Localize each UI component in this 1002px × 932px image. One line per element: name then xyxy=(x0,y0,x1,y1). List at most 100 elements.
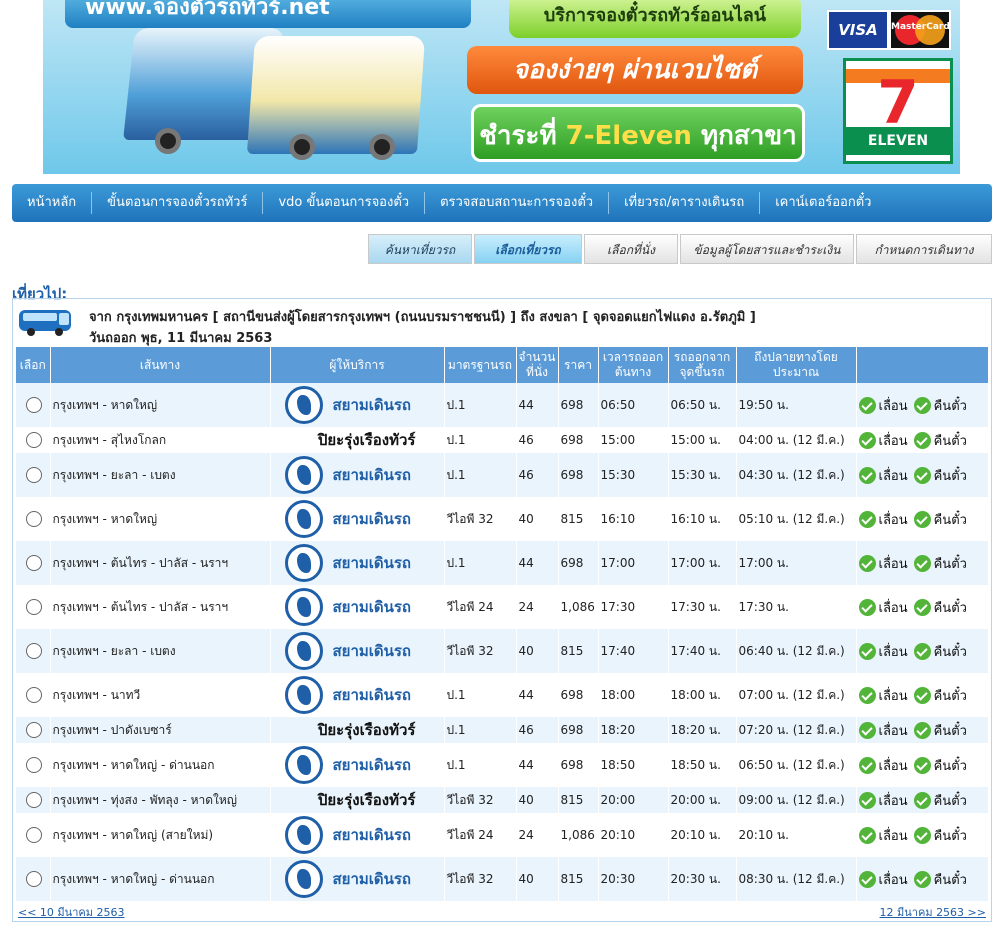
postpone-button[interactable]: เลื่อน xyxy=(858,430,908,451)
refund-button[interactable]: คืนตั๋ว xyxy=(913,465,967,486)
prev-day-link[interactable]: << 10 มีนาคม 2563 xyxy=(18,903,124,921)
table-row: กรุงเทพฯ - ทุ่งสง - พัทลุง - หาดใหญ่ ปิยะ… xyxy=(16,787,989,813)
seats-cell: 46 xyxy=(516,453,559,497)
refund-label: คืนตั๋ว xyxy=(933,758,967,774)
depart-cell: 17:30 xyxy=(598,585,669,629)
refund-button[interactable]: คืนตั๋ว xyxy=(913,395,967,416)
select-trip-radio[interactable] xyxy=(25,722,42,738)
route-cell: กรุงเทพฯ - หาดใหญ่ - ด่านนอก xyxy=(50,743,271,787)
select-cell[interactable] xyxy=(16,857,51,901)
actions-cell: เลื่อน คืนตั๋ว xyxy=(856,857,989,901)
refund-button[interactable]: คืนตั๋ว xyxy=(913,597,967,618)
check-icon xyxy=(858,826,876,844)
postpone-button[interactable]: เลื่อน xyxy=(858,509,908,530)
check-icon xyxy=(913,642,931,660)
arrive-cell: 17:30 น. xyxy=(736,585,857,629)
price-cell: 698 xyxy=(558,743,599,787)
nav-vdo-steps[interactable]: vdo ขั้นตอนการจองตั๋ว xyxy=(263,192,426,214)
operator-name: สยามเดินรถ xyxy=(332,396,412,414)
postpone-label: เลื่อน xyxy=(878,758,908,774)
refund-label: คืนตั๋ว xyxy=(933,872,967,888)
select-trip-radio[interactable] xyxy=(25,555,42,571)
postpone-button[interactable]: เลื่อน xyxy=(858,869,908,890)
postpone-button[interactable]: เลื่อน xyxy=(858,720,908,741)
check-icon xyxy=(913,791,931,809)
postpone-button[interactable]: เลื่อน xyxy=(858,553,908,574)
check-icon xyxy=(913,396,931,414)
select-cell[interactable] xyxy=(16,673,51,717)
select-cell[interactable] xyxy=(16,629,51,673)
select-cell[interactable] xyxy=(16,453,51,497)
select-cell[interactable] xyxy=(16,717,51,743)
banner-pay-7eleven: ชำระที่ 7-Eleven ทุกสาขา xyxy=(471,104,805,162)
select-trip-radio[interactable] xyxy=(25,397,42,413)
postpone-button[interactable]: เลื่อน xyxy=(858,790,908,811)
step-select-seat: เลือกที่นั่ง xyxy=(584,234,678,264)
depart-cell: 15:30 xyxy=(598,453,669,497)
table-row: กรุงเทพฯ - ต้นไทร - ปาลัส - นราฯ สยามเดิน… xyxy=(16,541,989,585)
check-icon xyxy=(913,431,931,449)
postpone-button[interactable]: เลื่อน xyxy=(858,755,908,776)
actions-cell: เลื่อน คืนตั๋ว xyxy=(856,717,989,743)
check-icon xyxy=(913,466,931,484)
select-trip-radio[interactable] xyxy=(25,643,42,659)
refund-button[interactable]: คืนตั๋ว xyxy=(913,641,967,662)
refund-label: คืนตั๋ว xyxy=(933,723,967,739)
7eleven-number: 7 xyxy=(877,68,919,138)
refund-button[interactable]: คืนตั๋ว xyxy=(913,720,967,741)
7eleven-logo: 7 ELEVEN xyxy=(843,58,953,164)
postpone-button[interactable]: เลื่อน xyxy=(858,597,908,618)
refund-button[interactable]: คืนตั๋ว xyxy=(913,685,967,706)
select-trip-radio[interactable] xyxy=(25,599,42,615)
select-trip-radio[interactable] xyxy=(25,827,42,843)
refund-button[interactable]: คืนตั๋ว xyxy=(913,755,967,776)
refund-button[interactable]: คืนตั๋ว xyxy=(913,869,967,890)
select-trip-radio[interactable] xyxy=(25,511,42,527)
select-cell[interactable] xyxy=(16,383,51,427)
select-trip-radio[interactable] xyxy=(25,792,42,808)
select-trip-radio[interactable] xyxy=(25,467,42,483)
select-cell[interactable] xyxy=(16,813,51,857)
siam-logo-icon xyxy=(284,386,323,424)
postpone-button[interactable]: เลื่อน xyxy=(858,641,908,662)
actions-cell: เลื่อน คืนตั๋ว xyxy=(856,813,989,857)
nav-counters[interactable]: เคาน์เตอร์ออกตั๋ว xyxy=(760,192,886,214)
next-day-link[interactable]: 12 มีนาคม 2563 >> xyxy=(880,903,986,921)
check-icon xyxy=(858,721,876,739)
select-cell[interactable] xyxy=(16,787,51,813)
postpone-label: เลื่อน xyxy=(878,433,908,449)
refund-button[interactable]: คืนตั๋ว xyxy=(913,430,967,451)
select-trip-radio[interactable] xyxy=(25,432,42,448)
postpone-button[interactable]: เลื่อน xyxy=(858,395,908,416)
nav-booking-steps[interactable]: ขั้นตอนการจองตั๋วรถทัวร์ xyxy=(92,192,264,214)
refund-button[interactable]: คืนตั๋ว xyxy=(913,825,967,846)
postpone-label: เลื่อน xyxy=(878,644,908,660)
check-icon xyxy=(858,431,876,449)
arrive-cell: 07:20 น. (12 มี.ค.) xyxy=(736,717,857,743)
select-trip-radio[interactable] xyxy=(25,687,42,703)
select-cell[interactable] xyxy=(16,541,51,585)
nav-check-status[interactable]: ตรวจสอบสถานะการจองตั๋ว xyxy=(425,192,610,214)
header-price: ราคา xyxy=(558,347,599,383)
table-row: กรุงเทพฯ - หาดใหญ่ สยามเดินรถ วีไอพี 32 40 8… xyxy=(16,497,989,541)
depart-cell: 18:20 xyxy=(598,717,669,743)
select-cell[interactable] xyxy=(16,497,51,541)
postpone-button[interactable]: เลื่อน xyxy=(858,465,908,486)
select-cell[interactable] xyxy=(16,427,51,453)
bus-wheel xyxy=(155,128,181,154)
nav-home[interactable]: หน้าหลัก xyxy=(12,192,93,214)
postpone-button[interactable]: เลื่อน xyxy=(858,685,908,706)
refund-button[interactable]: คืนตั๋ว xyxy=(913,553,967,574)
refund-button[interactable]: คืนตั๋ว xyxy=(913,509,967,530)
nav-timetable[interactable]: เที่ยวรถ/ตารางเดินรถ xyxy=(609,192,761,214)
select-cell[interactable] xyxy=(16,743,51,787)
select-cell[interactable] xyxy=(16,585,51,629)
standard-cell: วีไอพี 32 xyxy=(444,787,517,813)
postpone-label: เลื่อน xyxy=(878,793,908,809)
refund-button[interactable]: คืนตั๋ว xyxy=(913,790,967,811)
operator-cell: สยามเดินรถ xyxy=(270,541,445,585)
select-trip-radio[interactable] xyxy=(25,871,42,887)
postpone-button[interactable]: เลื่อน xyxy=(858,825,908,846)
select-trip-radio[interactable] xyxy=(25,757,42,773)
board-cell: 17:00 น. xyxy=(668,541,737,585)
